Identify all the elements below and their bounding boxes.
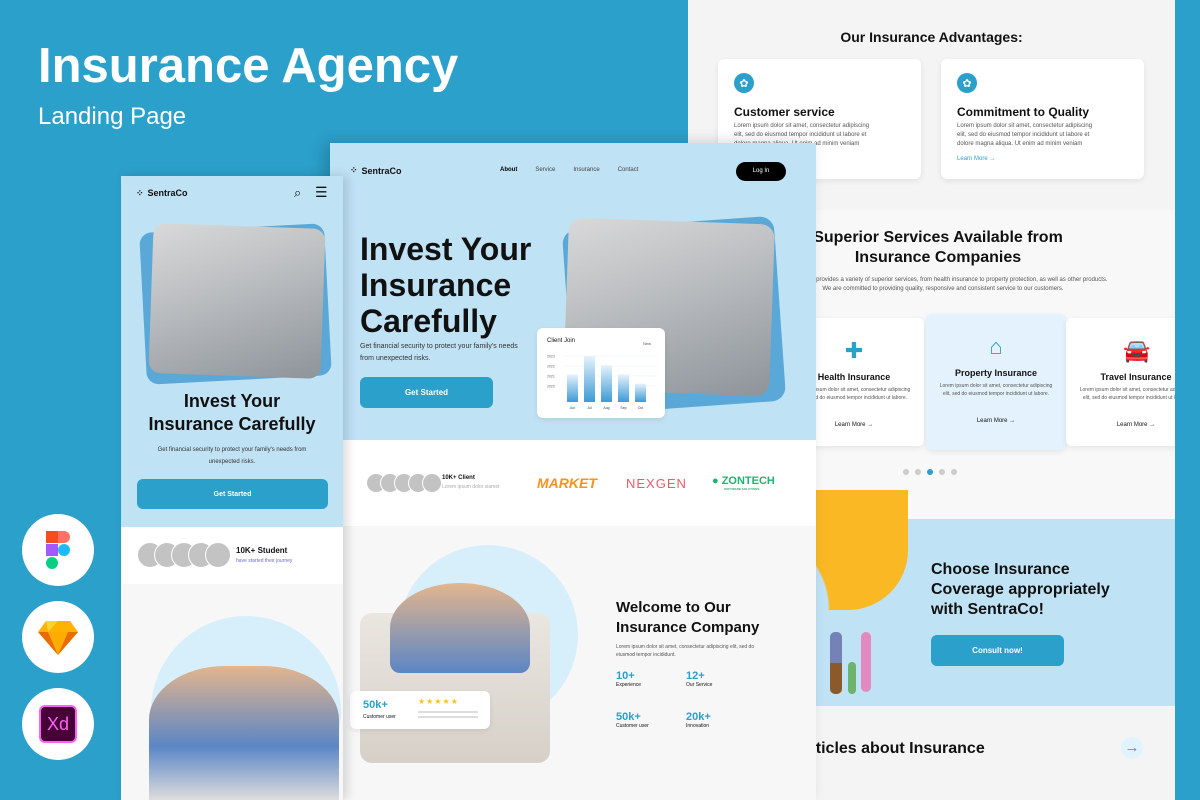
client-avatars <box>366 473 442 493</box>
bar-Aug <box>601 365 612 402</box>
brand-logo[interactable]: ⁘ SentraCo <box>350 165 402 176</box>
xd-icon: Xd <box>22 688 94 760</box>
get-started-button[interactable]: Get Started <box>360 377 493 408</box>
carousel-dot-active[interactable] <box>927 469 933 475</box>
bar-Jun <box>567 374 578 402</box>
advantage-text: Lorem ipsum dolor sit amet, consectetur … <box>957 123 1093 147</box>
gear-icon: ✿ <box>957 73 977 93</box>
hero-text: Get financial security to protect your f… <box>360 343 518 362</box>
nav-about[interactable]: About <box>500 167 517 173</box>
welcome-text: Lorem ipsum dolor sit amet, consectetur … <box>616 644 755 658</box>
market-logo: MARKET <box>537 475 597 491</box>
client-join-chart: Client Join New 2023 2022 2021 2020 Jun Jul Au… <box>537 328 665 418</box>
consult-now-button[interactable]: Consult now! <box>931 635 1064 666</box>
brand-logo[interactable]: ⁘ SentraCo <box>136 188 188 199</box>
star-rating: ★★★★★ <box>418 697 459 706</box>
nexgen-logo: NEXGEN <box>626 476 687 491</box>
login-button[interactable]: Log In <box>736 162 786 181</box>
service-card-property[interactable]: ⌂ Property Insurance Lorem ipsum dolor s… <box>926 314 1066 450</box>
y-tick-label: 2022 <box>547 365 555 369</box>
figma-icon <box>22 514 94 586</box>
car-icon: 🚘 <box>1123 338 1151 363</box>
zontech-logo: ● ZONTECH SOFTWARE SOLUTIONS <box>712 475 775 491</box>
learn-more-link[interactable]: Learn More → <box>926 418 1066 424</box>
gear-icon: ✿ <box>734 73 754 93</box>
mobile-page-preview: ⁘ SentraCo ⌕ ☰ Invest Your Insurance Care… <box>121 176 343 800</box>
services-title: Superior Services Available from Insuran… <box>813 229 1063 266</box>
nav-contact[interactable]: Contact <box>618 167 639 173</box>
avatar <box>205 542 231 568</box>
chart-title: Client Join <box>547 338 576 344</box>
xd-label: Xd <box>39 705 77 743</box>
advantage-title: Customer service <box>734 105 835 119</box>
menu-icon[interactable]: ☰ <box>315 184 328 201</box>
student-avatars <box>137 542 231 568</box>
student-text: have started their journey <box>236 558 293 564</box>
logo-icon: ⁘ <box>136 188 144 198</box>
learn-more-link[interactable]: Learn More → <box>1066 422 1175 428</box>
x-tick-label: Jul <box>587 406 592 410</box>
advantage-card: ✿ Commitment to Quality Lorem ipsum dolo… <box>941 59 1144 179</box>
page-subtitle: Landing Page <box>38 103 187 130</box>
y-tick-label: 2020 <box>547 385 555 389</box>
cta-title: Choose Insurance Coverage appropriately … <box>931 561 1110 618</box>
bar-Oct <box>635 383 646 402</box>
hero-text: Get financial security to protect your f… <box>157 447 307 465</box>
nav-insurance[interactable]: Insurance <box>573 167 599 173</box>
bar-Jul <box>584 356 595 402</box>
search-icon[interactable]: ⌕ <box>294 185 301 201</box>
stat: 10+ Experience <box>616 670 642 688</box>
top-nav: About Service Insurance Contact <box>500 167 638 173</box>
stat: 50k+ Customer user <box>616 711 649 729</box>
get-started-button[interactable]: Get Started <box>137 479 328 509</box>
logo-icon: ⁘ <box>350 165 358 175</box>
chart-plot: 2023 2022 2021 2020 Jun Jul Aug Sep Oct <box>547 355 657 410</box>
house-hand-icon: ⌂ <box>989 334 1003 359</box>
service-card-travel[interactable]: 🚘 Travel Insurance Lorem ipsum dolor sit… <box>1066 318 1175 446</box>
medical-bag-icon: ✚ <box>844 338 864 363</box>
articles-title: Articles about Insurance <box>798 740 985 757</box>
x-tick-label: Oct <box>638 406 643 410</box>
y-tick-label: 2023 <box>547 355 555 359</box>
stat: 12+ Our Service <box>686 670 713 688</box>
chart-filter[interactable]: New <box>643 341 651 346</box>
family-sofa-photo <box>149 666 339 800</box>
services-description: Our company provides a variety of superi… <box>778 277 1108 292</box>
nav-service[interactable]: Service <box>535 167 555 173</box>
avatar <box>422 473 442 493</box>
x-tick-label: Sep <box>620 406 626 410</box>
learn-more-link[interactable]: Learn More → <box>957 156 995 162</box>
carousel-dot[interactable] <box>951 469 957 475</box>
page-title: Insurance Agency <box>38 39 459 93</box>
y-tick-label: 2021 <box>547 375 555 379</box>
advantages-title: Our Insurance Advantages: <box>840 29 1023 45</box>
sketch-icon <box>22 601 94 673</box>
carousel-dot[interactable] <box>939 469 945 475</box>
carousel-dot[interactable] <box>903 469 909 475</box>
x-tick-label: Jun <box>570 406 576 410</box>
arrow-right-icon[interactable]: → <box>1121 737 1143 759</box>
family-photo <box>148 223 326 379</box>
rating-card: 50k+ Customer user ★★★★★ <box>350 691 490 729</box>
advantage-title: Commitment to Quality <box>957 105 1090 119</box>
family-figurines <box>828 632 878 697</box>
welcome-title: Welcome to Our Insurance Company <box>616 599 760 636</box>
x-tick-label: Aug <box>603 406 609 410</box>
bar-Sep <box>618 374 629 402</box>
hero-title: Invest Your Insurance Carefully <box>360 231 532 339</box>
desktop-page-preview: ⁘ SentraCo About Service Insurance Contac… <box>330 143 816 800</box>
carousel-dot[interactable] <box>915 469 921 475</box>
client-text: Lorem ipsum dolor siamet <box>442 484 500 490</box>
client-count: 10K+ Client <box>442 475 475 481</box>
stat: 20k+ Innovation <box>686 711 711 729</box>
student-count: 10K+ Student <box>236 546 288 555</box>
hero-title: Invest Your Insurance Carefully <box>148 391 316 434</box>
